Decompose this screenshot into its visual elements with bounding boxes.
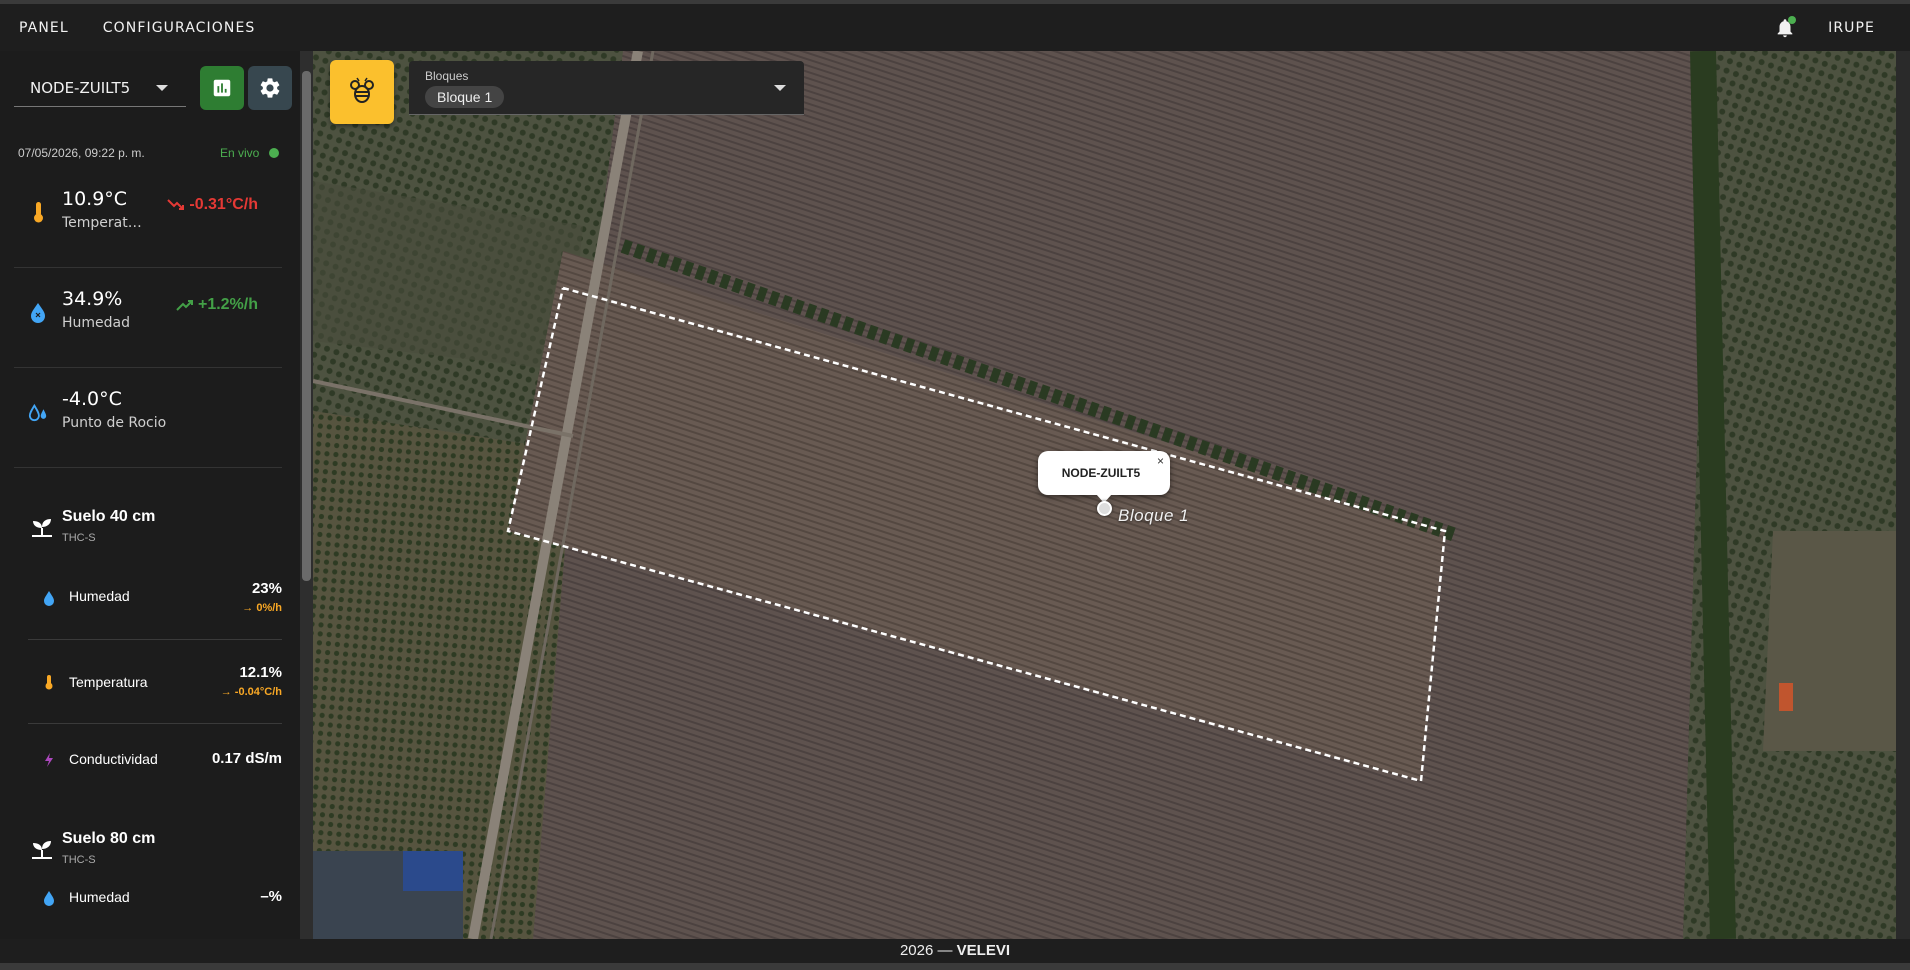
bar-chart-icon <box>213 79 231 97</box>
bee-button[interactable] <box>330 60 394 124</box>
water-drop-icon <box>31 303 45 323</box>
temperature-label: Temperatura <box>62 215 146 231</box>
water-drop-icon <box>44 591 54 606</box>
sidebar: NODE-ZUILT5 07/05/2026, 09:22 p. m. En v… <box>0 51 300 939</box>
soil-40-conductivity-row: Conductividad 0.17 dS/m <box>28 724 282 808</box>
trending-down-icon <box>167 199 185 210</box>
soil-40-humidity-trend: → 0%/h <box>242 602 282 614</box>
notification-dot <box>1788 15 1797 24</box>
soil-40-humidity-row: Humedad 23% <box>28 556 282 640</box>
chevron-down-icon <box>774 85 786 91</box>
user-menu[interactable]: IRUPE <box>1828 20 1875 36</box>
dew-point-value: -4.0°C <box>62 388 122 410</box>
soil-40-section: Suelo 40 cm THC-S Humedad 23% → 0%/h Tem… <box>14 502 282 842</box>
temperature-trend-value: -0.31°C/h <box>189 196 258 213</box>
soil-40-temperature-value: 12.1% <box>239 664 282 681</box>
node-marker[interactable] <box>1097 501 1112 516</box>
soil-40-humidity-value: 23% <box>251 580 282 597</box>
notifications-bell-icon[interactable] <box>1774 15 1797 39</box>
blocks-selected-chip[interactable]: Bloque 1 <box>425 86 505 108</box>
metric-temperature: 10.9°C Temperatura -0.31°C/h <box>14 168 282 268</box>
page-scrollbar[interactable] <box>1896 51 1910 939</box>
water-drop-icon <box>44 891 54 906</box>
dew-point-icon <box>28 403 47 422</box>
thermometer-icon <box>34 202 43 223</box>
chevron-down-icon <box>156 85 168 91</box>
bolt-icon <box>45 753 53 767</box>
temperature-value: 10.9°C <box>62 188 128 210</box>
soil-80-section: Suelo 80 cm THC-S Humedad –% <box>14 824 282 939</box>
live-status-text: En vivo <box>220 146 260 160</box>
node-select-value: NODE-ZUILT5 <box>30 78 131 97</box>
settings-button[interactable] <box>248 66 292 110</box>
close-icon[interactable]: × <box>1157 454 1164 468</box>
node-popup-title: NODE-ZUILT5 <box>1061 466 1141 480</box>
sidebar-scrollbar[interactable] <box>300 51 313 939</box>
soil-80-title: Suelo 80 cm <box>62 830 156 847</box>
live-status-dot <box>269 148 279 158</box>
soil-40-temperature-trend: → -0.04°C/h <box>220 686 282 698</box>
last-update-datetime: 07/05/2026, 09:22 p. m. <box>18 146 145 160</box>
node-select[interactable]: NODE-ZUILT5 <box>14 69 186 107</box>
humidity-trend: +1.2%/h <box>176 296 258 314</box>
humidity-value: 34.9% <box>62 288 123 310</box>
sprout-icon <box>32 841 52 859</box>
top-navbar: PANEL CONFIGURACIONES IRUPE <box>0 0 1910 51</box>
soil-40-conductivity-label: Conductividad <box>69 751 158 767</box>
bee-icon <box>350 77 374 103</box>
blocks-select-label: Bloques <box>425 69 469 83</box>
thermometer-icon <box>45 675 53 690</box>
sprout-icon <box>32 519 52 537</box>
footer: 2026 — VELEVI <box>0 939 1910 963</box>
soil-80-humidity-value: –% <box>260 888 282 905</box>
soil-80-sensor: THC-S <box>62 854 96 866</box>
footer-brand: VELEVI <box>956 942 1011 959</box>
trending-up-icon <box>176 300 193 311</box>
soil-40-conductivity-value: 0.17 dS/m <box>211 750 282 767</box>
gear-icon <box>260 78 280 98</box>
soil-80-humidity-label: Humedad <box>69 889 130 905</box>
sidebar-scrollbar-thumb[interactable] <box>302 71 311 581</box>
charts-button[interactable] <box>200 66 244 110</box>
temperature-trend: -0.31°C/h <box>167 196 258 214</box>
soil-40-temperature-label: Temperatura <box>69 674 148 690</box>
soil-40-humidity-label: Humedad <box>69 588 130 604</box>
humidity-label: Humedad <box>62 315 131 331</box>
soil-40-title: Suelo 40 cm <box>62 508 156 525</box>
dew-point-label: Punto de Rocio <box>62 415 167 431</box>
soil-40-sensor: THC-S <box>62 532 96 544</box>
soil-40-temperature-row: Temperatura 12.1% → -0.04°C/h <box>28 640 282 724</box>
block-name-label: Bloque 1 <box>1118 506 1190 525</box>
nav-panel-link[interactable]: PANEL <box>19 20 69 36</box>
blocks-select[interactable]: Bloques Bloque 1 <box>409 61 804 115</box>
node-popup: NODE-ZUILT5 × <box>1038 451 1170 503</box>
metric-humidity: 34.9% Humedad +1.2%/h <box>14 268 282 368</box>
bottom-strip <box>0 963 1910 970</box>
footer-year: 2026 — <box>899 942 953 959</box>
soil-80-humidity-row: Humedad –% <box>28 878 282 939</box>
nav-config-link[interactable]: CONFIGURACIONES <box>103 20 256 36</box>
metric-dew-point: -4.0°C Punto de Rocio <box>14 368 282 468</box>
humidity-trend-value: +1.2%/h <box>197 296 258 313</box>
